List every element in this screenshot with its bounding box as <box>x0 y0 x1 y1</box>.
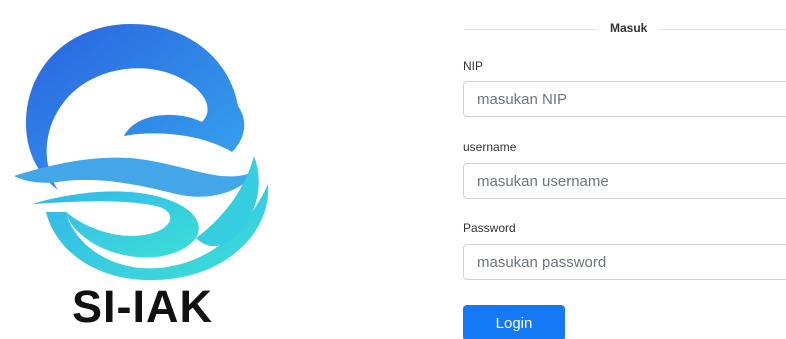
login-button[interactable]: Login <box>463 305 565 339</box>
password-input[interactable] <box>463 244 786 280</box>
logo-wordmark: SI-IAK <box>72 281 213 332</box>
username-label: username <box>463 140 517 154</box>
login-form: Masuk NIP username Password Login <box>462 0 786 339</box>
nip-label: NIP <box>463 59 484 73</box>
si-hak-swirl-logo-icon <box>14 24 269 281</box>
form-title-divider: Masuk <box>462 19 786 39</box>
logo: SI-IAK <box>0 0 290 339</box>
divider-line-right <box>658 29 786 30</box>
login-page: SI-IAK Masuk NIP username Password Login <box>0 0 786 339</box>
divider-line-left <box>464 29 598 30</box>
nip-input[interactable] <box>463 81 786 117</box>
username-input[interactable] <box>463 163 786 199</box>
password-label: Password <box>463 221 516 235</box>
form-title: Masuk <box>610 21 648 35</box>
